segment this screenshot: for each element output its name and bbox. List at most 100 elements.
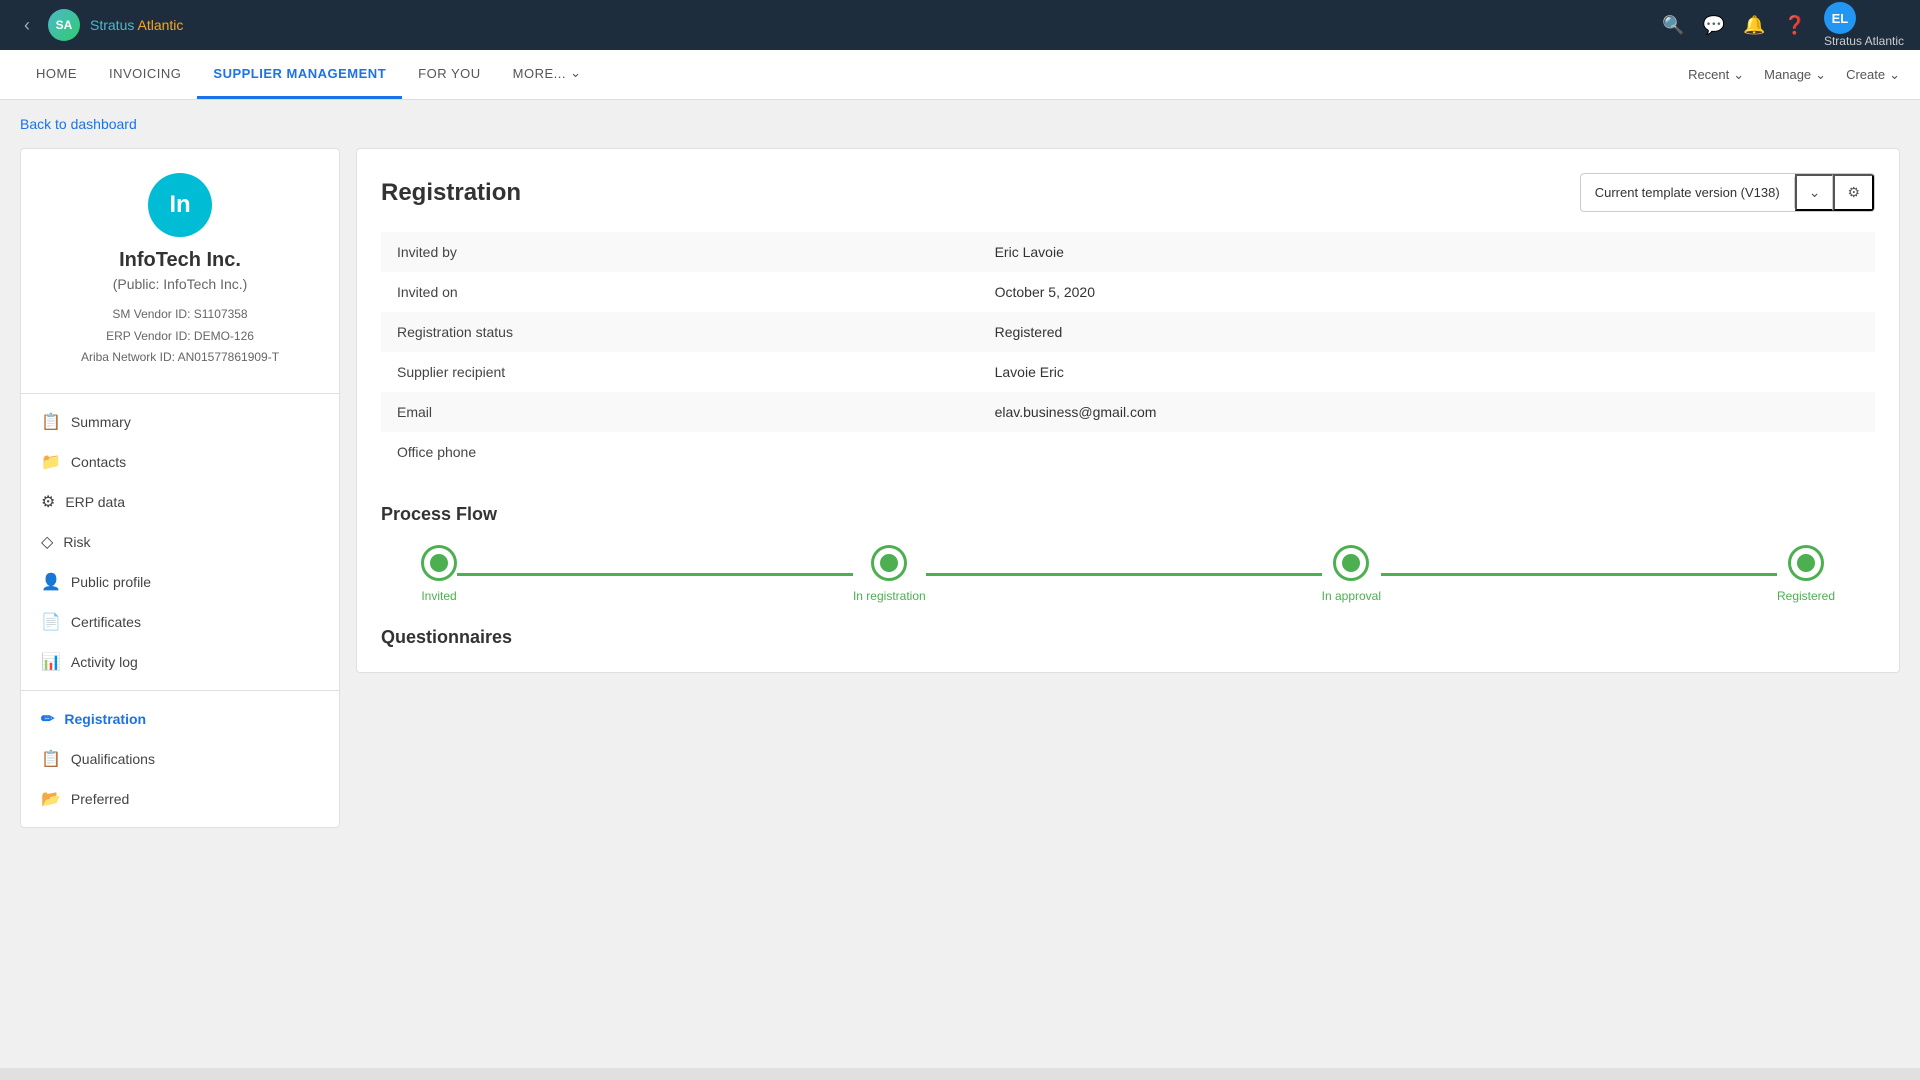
info-value-invited-on: October 5, 2020 xyxy=(979,272,1875,312)
supplier-public-name: (Public: InfoTech Inc.) xyxy=(37,276,323,292)
sm-vendor-id: SM Vendor ID: S1107358 xyxy=(37,304,323,326)
nav-right: Recent ⌄ Manage ⌄ Create ⌄ xyxy=(1688,67,1900,83)
nav-public-profile[interactable]: 👤 Public profile xyxy=(21,562,339,602)
ariba-network-id: Ariba Network ID: AN01577861909-T xyxy=(37,347,323,369)
risk-icon: ◇ xyxy=(41,532,53,552)
main-layout: In InfoTech Inc. (Public: InfoTech Inc.)… xyxy=(20,148,1900,828)
logo-icon: SA xyxy=(48,9,80,41)
info-label-invited-by: Invited by xyxy=(381,232,979,272)
activity-log-icon: 📊 xyxy=(41,652,61,672)
nav-certificates[interactable]: 📄 Certificates xyxy=(21,602,339,642)
left-nav-section1: 📋 Summary 📁 Contacts ⚙ ERP data ◇ Risk 👤 xyxy=(21,394,339,691)
nav-manage[interactable]: Manage ⌄ xyxy=(1764,67,1826,83)
process-flow-title: Process Flow xyxy=(381,504,1875,525)
right-panel: Registration Current template version (V… xyxy=(356,148,1900,673)
table-row: Email elav.business@gmail.com xyxy=(381,392,1875,432)
info-label-office-phone: Office phone xyxy=(381,432,979,472)
flow-line-1 xyxy=(457,573,853,576)
horizontal-scrollbar[interactable] xyxy=(0,1068,1920,1080)
nav-supplier-management[interactable]: SUPPLIER MANAGEMENT xyxy=(197,50,402,99)
left-nav-section2: ✏ Registration 📋 Qualifications 📂 Prefer… xyxy=(21,691,339,827)
template-selector: Current template version (V138) ⌄ ⚙ xyxy=(1580,173,1875,212)
info-label-email: Email xyxy=(381,392,979,432)
flow-line-3 xyxy=(1381,573,1777,576)
flow-step-registered: Registered xyxy=(1777,545,1835,603)
info-value-email: elav.business@gmail.com xyxy=(979,392,1875,432)
flow-step-in-registration: In registration xyxy=(853,545,926,603)
avatar-initials[interactable]: EL xyxy=(1824,2,1856,34)
flow-circle-inner-3 xyxy=(1342,554,1360,572)
questionnaires-title: Questionnaires xyxy=(381,627,1875,648)
nav-home[interactable]: HOME xyxy=(20,50,93,99)
nav-for-you[interactable]: FOR YOU xyxy=(402,50,497,99)
nav-risk-label: Risk xyxy=(63,534,90,550)
flow-circle-inner-4 xyxy=(1797,554,1815,572)
flow-step-in-approval: In approval xyxy=(1322,545,1381,603)
flow-circle-invited xyxy=(421,545,457,581)
top-bar: ‹ SA Stratus Atlantic 🔍 💬 🔔 ❓ EL Stratus… xyxy=(0,0,1920,50)
flow-label-in-approval: In approval xyxy=(1322,589,1381,603)
qualifications-icon: 📋 xyxy=(41,749,61,769)
nav-public-profile-label: Public profile xyxy=(71,574,151,590)
flow-label-registered: Registered xyxy=(1777,589,1835,603)
process-flow-track: Invited In registration In a xyxy=(381,545,1875,603)
nav-registration[interactable]: ✏ Registration xyxy=(21,699,339,739)
template-dropdown-button[interactable]: ⌄ xyxy=(1795,174,1834,211)
nav-registration-label: Registration xyxy=(64,711,146,727)
table-row: Registration status Registered xyxy=(381,312,1875,352)
nav-certificates-label: Certificates xyxy=(71,614,141,630)
topbar-back-arrow[interactable]: ‹ xyxy=(16,11,38,40)
preferred-icon: 📂 xyxy=(41,789,61,809)
search-icon[interactable]: 🔍 xyxy=(1662,15,1684,36)
nav-summary[interactable]: 📋 Summary xyxy=(21,402,339,442)
flow-label-invited: Invited xyxy=(421,589,456,603)
certificates-icon: 📄 xyxy=(41,612,61,632)
nav-preferred[interactable]: 📂 Preferred xyxy=(21,779,339,819)
info-label-invited-on: Invited on xyxy=(381,272,979,312)
info-label-registration-status: Registration status xyxy=(381,312,979,352)
nav-create[interactable]: Create ⌄ xyxy=(1846,67,1900,83)
supplier-avatar: In xyxy=(148,173,212,237)
page-content: Back to dashboard In InfoTech Inc. (Publ… xyxy=(0,100,1920,844)
nav-more[interactable]: MORE... ⌄ xyxy=(497,50,598,99)
nav-invoicing[interactable]: INVOICING xyxy=(93,50,197,99)
main-nav-bar: HOME INVOICING SUPPLIER MANAGEMENT FOR Y… xyxy=(0,50,1920,100)
flow-label-in-registration: In registration xyxy=(853,589,926,603)
table-row: Office phone xyxy=(381,432,1875,472)
flow-line-2 xyxy=(926,573,1322,576)
flow-circle-inner xyxy=(430,554,448,572)
nav-recent[interactable]: Recent ⌄ xyxy=(1688,67,1744,83)
nav-erp-data[interactable]: ⚙ ERP data xyxy=(21,482,339,522)
nav-qualifications-label: Qualifications xyxy=(71,751,155,767)
nav-erp-data-label: ERP data xyxy=(65,494,125,510)
back-to-dashboard-link[interactable]: Back to dashboard xyxy=(20,116,137,132)
logo-atlantic: Atlantic xyxy=(134,17,183,33)
help-icon[interactable]: ❓ xyxy=(1784,15,1806,36)
nav-qualifications[interactable]: 📋 Qualifications xyxy=(21,739,339,779)
info-value-registration-status: Registered xyxy=(979,312,1875,352)
info-value-supplier-recipient: Lavoie Eric xyxy=(979,352,1875,392)
main-nav: HOME INVOICING SUPPLIER MANAGEMENT FOR Y… xyxy=(20,50,598,99)
erp-data-icon: ⚙ xyxy=(41,492,55,512)
table-row: Invited on October 5, 2020 xyxy=(381,272,1875,312)
flow-step-invited: Invited xyxy=(421,545,457,603)
nav-risk[interactable]: ◇ Risk xyxy=(21,522,339,562)
logo-stratus: Stratus xyxy=(90,17,134,33)
process-flow-section: Process Flow Invited In registration xyxy=(381,496,1875,627)
nav-activity-log[interactable]: 📊 Activity log xyxy=(21,642,339,682)
supplier-header: In InfoTech Inc. (Public: InfoTech Inc.)… xyxy=(21,149,339,394)
registration-title: Registration xyxy=(381,179,521,207)
messages-icon[interactable]: 💬 xyxy=(1703,15,1725,36)
nav-contacts[interactable]: 📁 Contacts xyxy=(21,442,339,482)
nav-activity-log-label: Activity log xyxy=(71,654,138,670)
public-profile-icon: 👤 xyxy=(41,572,61,592)
flow-circle-in-registration xyxy=(871,545,907,581)
notifications-icon[interactable]: 🔔 xyxy=(1743,15,1765,36)
nav-preferred-label: Preferred xyxy=(71,791,129,807)
company-name: Stratus Atlantic xyxy=(1824,34,1904,48)
template-settings-button[interactable]: ⚙ xyxy=(1833,174,1874,211)
supplier-ids: SM Vendor ID: S1107358 ERP Vendor ID: DE… xyxy=(37,304,323,369)
user-avatar[interactable]: EL Stratus Atlantic xyxy=(1824,2,1904,48)
info-value-office-phone xyxy=(979,432,1875,472)
summary-icon: 📋 xyxy=(41,412,61,432)
